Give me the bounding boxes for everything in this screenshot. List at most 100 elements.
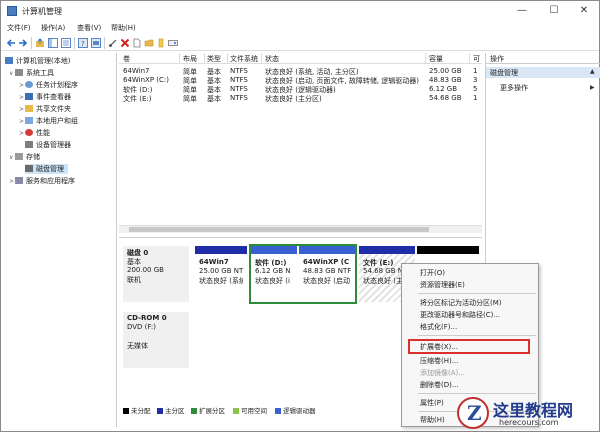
volume-filesystem: NTFS [230, 67, 248, 75]
menu-item-open[interactable]: 打开(O) [420, 268, 445, 278]
menu-action[interactable]: 操作(A) [41, 23, 65, 33]
partition-name: 64WinXP (C [303, 258, 350, 266]
menu-item-format[interactable]: 格式化(F)... [420, 322, 457, 332]
up-folder-icon[interactable] [35, 38, 45, 48]
partition-size: 6.12 GB N [255, 267, 291, 275]
connect-icon[interactable] [108, 38, 118, 48]
volume-row[interactable]: 软件 (D:) 简单 基本 NTFS 状态良好 (逻辑驱动器) 6.12 GB … [119, 85, 482, 94]
volume-layout: 简单 [183, 95, 197, 103]
key-icon[interactable] [156, 38, 166, 48]
tree-item-computer-management[interactable]: 计算机管理(本地) [5, 56, 70, 66]
column-divider[interactable] [469, 53, 470, 64]
volume-row[interactable]: 64WinXP (C:) 简单 基本 NTFS 状态良好 (启动, 页面文件, … [119, 76, 482, 85]
tree-item-local-users[interactable]: > 本地用户和组 [19, 116, 78, 126]
column-header-free[interactable]: 可 [473, 54, 480, 64]
disk-view-icon[interactable] [168, 38, 178, 48]
volume-capacity: 48.83 GB [429, 76, 462, 84]
console-icon[interactable] [91, 38, 101, 48]
show-hide-tree-icon[interactable] [48, 38, 58, 48]
volume-filesystem: NTFS [230, 94, 248, 102]
actions-disk-management[interactable]: 磁盘管理 ▲ [486, 67, 600, 78]
tree-item-label: 存储 [26, 153, 40, 161]
partition-size: 48.83 GB NTF [303, 267, 351, 275]
tree-item-label: 计算机管理(本地) [16, 57, 71, 65]
actions-section-label: 磁盘管理 [490, 69, 518, 77]
scrollbar-thumb[interactable] [129, 227, 429, 232]
computer-icon [5, 57, 13, 64]
close-button[interactable]: ✕ [569, 1, 599, 21]
disk-0-status: 联机 [127, 276, 141, 284]
submenu-arrow-icon[interactable]: ▶ [590, 84, 595, 91]
tree-item-event-viewer[interactable]: > 事件查看器 [19, 92, 71, 102]
cdrom-0-label[interactable]: CD-ROM 0 DVD (F:) 无媒体 [123, 312, 189, 368]
partition-status: 状态良好 (系统 [199, 277, 243, 285]
volume-free: 3 [473, 76, 478, 84]
tree-item-task-scheduler[interactable]: > 任务计划程序 [19, 80, 78, 90]
column-divider[interactable] [425, 53, 426, 64]
primary-partition-bar [195, 246, 247, 254]
partition-software-d[interactable]: 软件 (D:) 6.12 GB N 状态良好 (i [251, 246, 297, 302]
volume-row[interactable]: 64Win7 简单 基本 NTFS 状态良好 (系统, 活动, 主分区) 25.… [119, 67, 482, 76]
menu-help[interactable]: 帮助(H) [111, 23, 136, 33]
menu-file[interactable]: 文件(F) [7, 23, 31, 33]
legend-label: 主分区 [165, 407, 185, 415]
legend-label: 扩展分区 [199, 407, 225, 415]
tree-item-disk-management[interactable]: 磁盘管理 [25, 164, 68, 174]
tree-item-system-tools[interactable]: ∨ 系统工具 [9, 68, 54, 78]
device-icon [25, 141, 33, 148]
menu-view[interactable]: 查看(V) [77, 23, 101, 33]
menu-item-shrink-volume[interactable]: 压缩卷(H)... [420, 356, 458, 366]
disk-0-label[interactable]: 磁盘 0 基本 200.00 GB 联机 [123, 246, 189, 302]
tree-item-label: 系统工具 [26, 69, 54, 77]
tree-item-storage[interactable]: ∨ 存储 [9, 152, 40, 162]
partition-size: 25.00 GB NTF [199, 267, 243, 275]
column-divider[interactable] [227, 53, 228, 64]
delete-icon[interactable] [120, 38, 130, 48]
tree-item-services-applications[interactable]: > 服务和应用程序 [9, 176, 75, 186]
help-icon[interactable]: ? [78, 38, 88, 48]
forward-arrow-icon[interactable] [18, 38, 28, 48]
partition-64winxp-c[interactable]: 64WinXP (C 48.83 GB NTF 状态良好 (启动 [299, 246, 355, 302]
tree-item-shared-folders[interactable]: > 共享文件夹 [19, 104, 71, 114]
document-icon[interactable] [132, 38, 142, 48]
menu-item-explorer[interactable]: 资源管理器(E) [420, 280, 465, 290]
legend-logical: 逻辑驱动器 [275, 405, 316, 415]
partition-status: 状态良好 (启动 [303, 277, 350, 285]
menu-item-properties[interactable]: 属性(P) [420, 398, 444, 408]
column-divider[interactable] [179, 53, 180, 64]
navigation-tree: 计算机管理(本地) ∨ 系统工具 > 任务计划程序 > 事件查看器 > 共享文件夹 > 本… [3, 53, 117, 427]
menu-item-mark-active[interactable]: 将分区标记为活动分区(M) [420, 298, 502, 308]
partition-64win7[interactable]: 64Win7 25.00 GB NTF 状态良好 (系统 [195, 246, 247, 302]
menu-item-change-drive-letter[interactable]: 更改驱动器号和路径(C)... [420, 310, 500, 320]
volume-row[interactable]: 文件 (E:) 简单 基本 NTFS 状态良好 (主分区) 54.68 GB 1 [119, 94, 482, 103]
folder-icon[interactable] [144, 38, 154, 48]
column-header-status[interactable]: 状态 [265, 54, 279, 64]
more-actions-link[interactable]: 更多操作 [500, 83, 528, 93]
horizontal-scrollbar[interactable] [119, 225, 482, 233]
collapse-up-icon[interactable]: ▲ [590, 68, 595, 75]
back-arrow-icon[interactable] [6, 38, 16, 48]
volume-type: 基本 [207, 95, 221, 103]
maximize-button[interactable]: ☐ [539, 1, 569, 21]
column-header-filesystem[interactable]: 文件系统 [230, 54, 258, 64]
tree-item-performance[interactable]: > 性能 [19, 128, 50, 138]
column-header-volume[interactable]: 卷 [123, 54, 130, 64]
event-icon [25, 93, 33, 100]
legend-label: 未分配 [131, 407, 151, 415]
toolbar-separator [31, 37, 32, 49]
partition-status: 状态良好 (i [255, 277, 290, 285]
volume-list: 卷 布局 类型 文件系统 状态 容量 可 64Win7 简单 基本 NTFS 状… [119, 53, 482, 233]
menu-item-help[interactable]: 帮助(H) [420, 415, 445, 425]
column-divider[interactable] [261, 53, 262, 64]
menu-separator [418, 293, 536, 294]
legend-extended: 扩展分区 [191, 405, 225, 415]
column-header-type[interactable]: 类型 [207, 54, 221, 64]
minimize-button[interactable]: — [507, 1, 537, 21]
column-header-capacity[interactable]: 容量 [429, 54, 443, 64]
properties-icon[interactable] [61, 38, 71, 48]
column-divider[interactable] [204, 53, 205, 64]
menu-item-delete-volume[interactable]: 删除卷(D)... [420, 380, 459, 390]
column-header-layout[interactable]: 布局 [183, 54, 197, 64]
volume-name: 64WinXP (C:) [123, 76, 170, 84]
tree-item-device-manager[interactable]: 设备管理器 [25, 140, 71, 150]
